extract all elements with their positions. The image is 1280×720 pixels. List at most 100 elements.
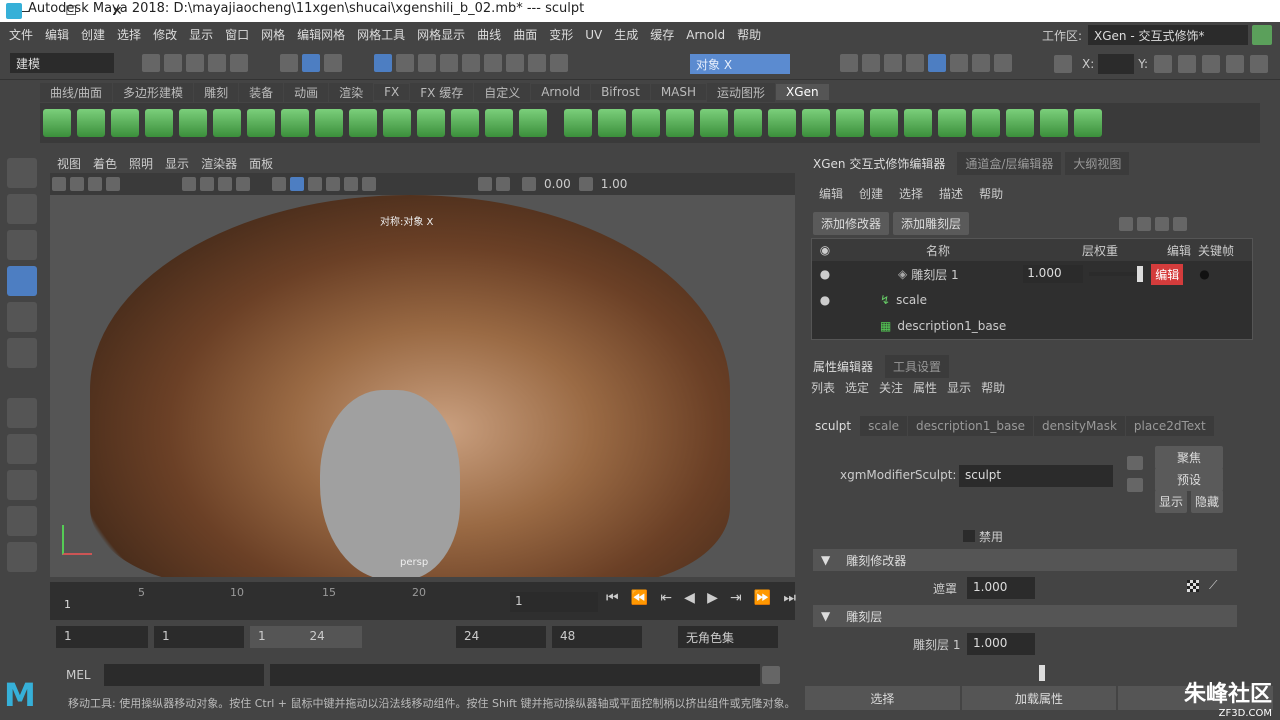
attr-menu-item[interactable]: 选定 <box>845 379 869 396</box>
xgen-noise-icon[interactable] <box>485 109 513 137</box>
xgen-spray-icon[interactable] <box>1040 109 1068 137</box>
tab-tool-settings[interactable]: 工具设置 <box>885 355 950 378</box>
shelf-tab[interactable]: Bifrost <box>591 84 650 100</box>
next-key-icon[interactable]: ⇥ <box>730 590 742 612</box>
presets-button[interactable]: 预设 <box>1155 468 1223 491</box>
paint-brush-icon[interactable]: ⟋ <box>1209 578 1217 593</box>
menu-item[interactable]: UV <box>585 28 602 42</box>
node-tab[interactable]: description1_base <box>908 416 1034 436</box>
select-hierarchy-icon[interactable] <box>280 54 298 72</box>
section-sculpt-layer[interactable]: ▼ 雕刻层 <box>813 605 1237 627</box>
menu-item[interactable]: 网格显示 <box>417 26 465 43</box>
xgen-preview-icon[interactable] <box>77 109 105 137</box>
menu-item[interactable]: 帮助 <box>737 26 761 43</box>
checker-map-icon[interactable] <box>1187 580 1199 592</box>
magnet-icon[interactable] <box>550 54 568 72</box>
visibility-dot-icon[interactable]: ● <box>812 267 838 281</box>
xgen-brush-icon[interactable] <box>632 109 660 137</box>
move-tool-icon[interactable] <box>7 266 37 296</box>
film-gate-icon[interactable] <box>200 177 214 191</box>
shelf-tab[interactable]: MASH <box>650 84 707 100</box>
menu-item[interactable]: 文件 <box>9 26 33 43</box>
outliner-pane-icon[interactable] <box>7 542 37 572</box>
menu-item[interactable]: 曲面 <box>513 26 537 43</box>
visibility-dot-icon[interactable]: ● <box>812 293 838 307</box>
section-sculpt-modifier[interactable]: ▼ 雕刻修改器 <box>813 549 1237 571</box>
load-attributes-button[interactable]: 加载属性 <box>961 686 1117 710</box>
smooth-shade-icon[interactable] <box>290 177 304 191</box>
node-tab[interactable]: densityMask <box>1034 416 1125 436</box>
channel-box-icon[interactable] <box>1202 55 1221 73</box>
snap-edge-icon[interactable] <box>484 54 502 72</box>
isolate-select-icon[interactable] <box>478 177 492 191</box>
resolution-gate-icon[interactable] <box>218 177 232 191</box>
shelf-tab[interactable]: 自定义 <box>474 82 531 102</box>
menu-item[interactable]: 变形 <box>549 26 573 43</box>
step-back-icon[interactable]: ⏪ <box>631 590 648 612</box>
xgen-density-icon[interactable] <box>666 109 694 137</box>
step-forward-icon[interactable]: ⏩ <box>754 590 771 612</box>
attr-menu-item[interactable]: 帮助 <box>981 379 1005 396</box>
menu-item[interactable]: 编辑 <box>45 26 69 43</box>
menu-item[interactable]: 网格 <box>261 26 285 43</box>
play-back-icon[interactable]: ◀ <box>684 590 695 612</box>
disable-checkbox[interactable] <box>963 530 975 542</box>
menu-item[interactable]: 编辑网格 <box>297 26 345 43</box>
snap-point-icon[interactable] <box>418 54 436 72</box>
shelf-tab[interactable]: FX <box>374 84 410 100</box>
go-to-end-icon[interactable]: ⏭ <box>783 590 796 612</box>
xgen-menu-item[interactable]: 选择 <box>899 185 923 202</box>
sidebar-toggle-icon[interactable] <box>1154 55 1173 73</box>
xgen-layer-icon[interactable] <box>349 109 377 137</box>
xgen-lock-icon[interactable] <box>281 109 309 137</box>
script-editor-icon[interactable] <box>762 666 780 684</box>
layer-weight-slider[interactable] <box>1089 266 1144 282</box>
shelf-tab[interactable]: 动画 <box>284 82 329 102</box>
range-end-field[interactable]: 24 <box>456 626 546 648</box>
current-frame-field[interactable]: 1 <box>510 592 598 612</box>
xgen-place-icon[interactable] <box>598 109 626 137</box>
range-start-field[interactable]: 1 <box>154 626 244 648</box>
xgen-menu-item[interactable]: 编辑 <box>819 185 843 202</box>
viewport-menu-item[interactable]: 着色 <box>93 155 117 172</box>
render-settings-icon[interactable] <box>906 54 924 72</box>
viewport-menu-item[interactable]: 视图 <box>57 155 81 172</box>
new-folder-icon[interactable] <box>1155 216 1170 231</box>
rotate-tool-icon[interactable] <box>7 302 37 332</box>
gamma-value[interactable]: 1.00 <box>601 177 628 191</box>
xgen-groom-icon[interactable] <box>564 109 592 137</box>
select-component-icon[interactable] <box>324 54 342 72</box>
tool-settings-icon[interactable] <box>1250 55 1269 73</box>
scale-modifier-name[interactable]: scale <box>896 293 927 307</box>
shelf-tab[interactable]: 雕刻 <box>194 82 239 102</box>
snap-surface-icon[interactable] <box>462 54 480 72</box>
lights-icon[interactable] <box>344 177 358 191</box>
safe-action-icon[interactable] <box>236 177 250 191</box>
xgen-add-guide-icon[interactable] <box>179 109 207 137</box>
attr-menu-item[interactable]: 关注 <box>879 379 903 396</box>
arnold-ipr-icon[interactable] <box>972 54 990 72</box>
play-forward-icon[interactable]: ▶ <box>707 590 718 612</box>
single-pane-icon[interactable] <box>7 434 37 464</box>
exposure-value[interactable]: 0.00 <box>544 177 571 191</box>
viewport-3d[interactable]: 对称:对象 X persp <box>50 195 795 577</box>
shelf-tab[interactable]: 渲染 <box>329 82 374 102</box>
xgen-grow-icon[interactable] <box>315 109 343 137</box>
menu-item[interactable]: 选择 <box>117 26 141 43</box>
arnold-render-icon[interactable] <box>950 54 968 72</box>
snap-grid-icon[interactable] <box>374 54 392 72</box>
shelf-tab[interactable]: 装备 <box>239 82 284 102</box>
xgen-smooth-icon[interactable] <box>700 109 728 137</box>
xgen-length-icon[interactable] <box>247 109 275 137</box>
start-time-field[interactable]: 1 <box>56 626 148 648</box>
x-field[interactable] <box>1098 54 1135 74</box>
lock-icon[interactable] <box>528 54 546 72</box>
save-scene-icon[interactable] <box>186 54 204 72</box>
wireframe-icon[interactable] <box>272 177 286 191</box>
menu-item[interactable]: Arnold <box>686 28 725 42</box>
menu-item[interactable]: 窗口 <box>225 26 249 43</box>
menu-item[interactable]: 网格工具 <box>357 26 405 43</box>
viewport-menu-item[interactable]: 面板 <box>249 155 273 172</box>
xgen-direction-icon[interactable] <box>1006 109 1034 137</box>
attribute-editor-icon[interactable] <box>1226 55 1245 73</box>
